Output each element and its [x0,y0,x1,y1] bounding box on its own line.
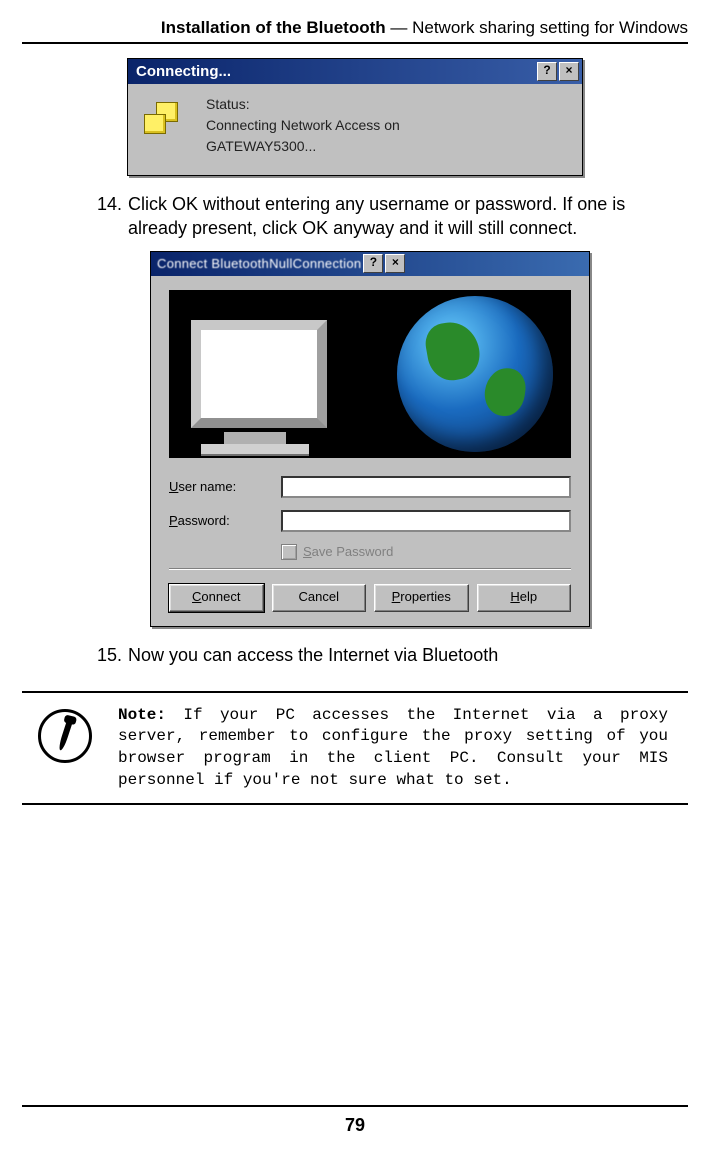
status-line1: Connecting Network Access on [206,115,400,136]
header-title-rest: — Network sharing setting for Windows [386,18,688,37]
globe-icon [397,296,553,452]
password-input[interactable] [281,510,571,532]
status-label: Status: [206,94,400,115]
help-button[interactable]: ? [537,62,557,81]
help-button[interactable]: ? [363,254,383,273]
cancel-button[interactable]: Cancel [272,584,367,612]
save-password-checkbox[interactable] [281,544,297,560]
separator [169,568,571,570]
step-15-number: 15. [88,643,128,667]
username-label: User name: [169,479,281,494]
connecting-dialog: Connecting... ? × Status: Connecting Net… [127,58,583,176]
step-15-text: Now you can access the Internet via Blue… [128,643,688,667]
step-14: 14. Click OK without entering any userna… [88,192,688,241]
close-button[interactable]: × [385,254,405,273]
connect-button[interactable]: Connect [169,584,264,612]
connecting-titlebar: Connecting... ? × [128,59,582,84]
step-14-text: Click OK without entering any username o… [128,192,688,241]
connect-title: Connect BluetoothNullConnection [157,256,361,271]
help-button-dialog[interactable]: Help [477,584,572,612]
dialup-artwork [169,290,571,458]
header-title-bold: Installation of the Bluetooth [161,18,386,37]
save-password-label: Save Password [303,544,393,559]
username-input[interactable] [281,476,571,498]
step-14-number: 14. [88,192,128,241]
connect-titlebar: Connect BluetoothNullConnection ? × [151,252,589,276]
save-password-row[interactable]: Save Password [281,544,571,560]
password-label: Password: [169,513,281,528]
pen-icon [38,709,92,763]
page-number: 79 [22,1105,688,1152]
network-icon [144,102,180,136]
status-line2: GATEWAY5300... [206,136,400,157]
properties-button[interactable]: Properties [374,584,469,612]
rule-top [22,691,688,693]
monitor-icon [191,320,319,456]
connect-dialog: Connect BluetoothNullConnection ? × User… [150,251,590,627]
note-block: Note: If your PC accesses the Internet v… [22,705,688,805]
step-15: 15. Now you can access the Internet via … [88,643,688,667]
connecting-title: Connecting... [136,63,231,80]
close-button[interactable]: × [559,62,579,81]
page-header: Installation of the Bluetooth — Network … [22,18,688,44]
note-text: Note: If your PC accesses the Internet v… [118,705,688,791]
